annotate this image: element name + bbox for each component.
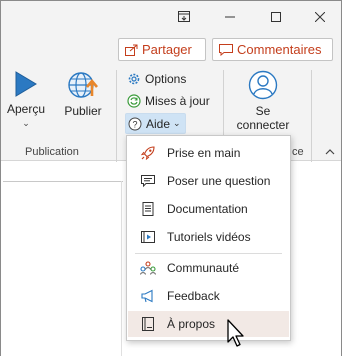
menu-item-poser-une-question[interactable]: Poser une question xyxy=(128,168,289,194)
se-connecter-label-line1: Se xyxy=(255,104,271,118)
close-button[interactable] xyxy=(297,1,342,32)
chat-question-icon xyxy=(140,173,156,189)
connect-group-label: ce xyxy=(292,146,304,158)
help-icon: ? xyxy=(128,117,142,130)
se-connecter-button[interactable]: Se connecter xyxy=(225,70,301,132)
ribbon-display-icon xyxy=(178,11,190,22)
minimize-button[interactable] xyxy=(207,1,253,32)
chevron-down-icon: ⌄ xyxy=(22,118,30,128)
about-icon xyxy=(140,316,156,332)
video-icon xyxy=(140,229,156,245)
megaphone-icon xyxy=(140,288,156,304)
share-icon xyxy=(125,44,138,56)
community-icon xyxy=(140,260,156,276)
menu-item-feedback[interactable]: Feedback xyxy=(128,283,289,309)
apercu-button[interactable]: Aperçu ⌄ xyxy=(5,70,47,129)
menu-item-label: Feedback xyxy=(167,289,220,303)
svg-text:?: ? xyxy=(132,119,137,129)
apercu-label: Aperçu xyxy=(6,102,46,116)
options-label: Options xyxy=(145,72,187,86)
help-dropdown-menu: Prise en main Poser une question Documen… xyxy=(126,135,291,341)
ribbon-display-options-button[interactable] xyxy=(161,1,207,32)
menu-item-prise-en-main[interactable]: Prise en main xyxy=(128,140,289,166)
menu-item-a-propos[interactable]: À propos xyxy=(128,311,289,337)
ribbon-separator xyxy=(116,70,117,162)
title-bar xyxy=(1,1,341,32)
mises-a-jour-button[interactable]: Mises à jour xyxy=(127,91,210,111)
options-button[interactable]: Options xyxy=(127,69,186,89)
menu-separator xyxy=(135,253,282,254)
menu-item-documentation[interactable]: Documentation xyxy=(128,196,289,222)
share-label: Partager xyxy=(142,42,192,57)
minimize-icon xyxy=(225,16,235,17)
user-icon xyxy=(248,70,278,100)
globe-upload-icon xyxy=(68,72,98,98)
chevron-up-icon xyxy=(325,149,335,155)
menu-item-communaute[interactable]: Communauté xyxy=(128,255,289,281)
menu-item-label: À propos xyxy=(167,317,216,331)
publier-label: Publier xyxy=(64,104,102,118)
comment-icon xyxy=(219,43,233,56)
mouse-cursor-icon xyxy=(227,319,244,347)
menu-item-label: Documentation xyxy=(167,202,248,216)
gear-icon xyxy=(128,73,140,85)
page-border xyxy=(3,181,123,182)
collapse-ribbon-button[interactable] xyxy=(323,146,337,158)
close-icon xyxy=(315,11,325,22)
book-icon xyxy=(140,201,156,217)
comments-button[interactable]: Commentaires xyxy=(212,38,333,61)
application-window: Partager Commentaires Aperçu ⌄ Publier P… xyxy=(0,0,342,356)
menu-item-label: Communauté xyxy=(167,261,240,275)
chevron-down-icon: ⌄ xyxy=(173,118,181,128)
ribbon-separator xyxy=(311,70,312,162)
maximize-button[interactable] xyxy=(253,1,299,32)
menu-item-label: Tutoriels vidéos xyxy=(167,230,251,244)
menu-item-label: Prise en main xyxy=(167,146,241,160)
rocket-icon xyxy=(140,145,156,161)
refresh-icon xyxy=(127,94,141,108)
comments-label: Commentaires xyxy=(237,42,322,57)
se-connecter-label-line2: connecter xyxy=(236,118,290,132)
menu-item-tutoriels-videos[interactable]: Tutoriels vidéos xyxy=(128,224,289,250)
aide-label: Aide xyxy=(146,116,171,131)
share-button[interactable]: Partager xyxy=(118,38,206,61)
maximize-icon xyxy=(271,11,281,22)
play-icon xyxy=(15,71,37,97)
publication-group-label: Publication xyxy=(25,146,79,158)
aide-button[interactable]: ? Aide ⌄ xyxy=(125,113,186,134)
mises-a-jour-label: Mises à jour xyxy=(145,94,210,108)
publier-button[interactable]: Publier xyxy=(59,70,107,118)
page-border xyxy=(121,181,122,356)
menu-item-label: Poser une question xyxy=(167,174,271,188)
